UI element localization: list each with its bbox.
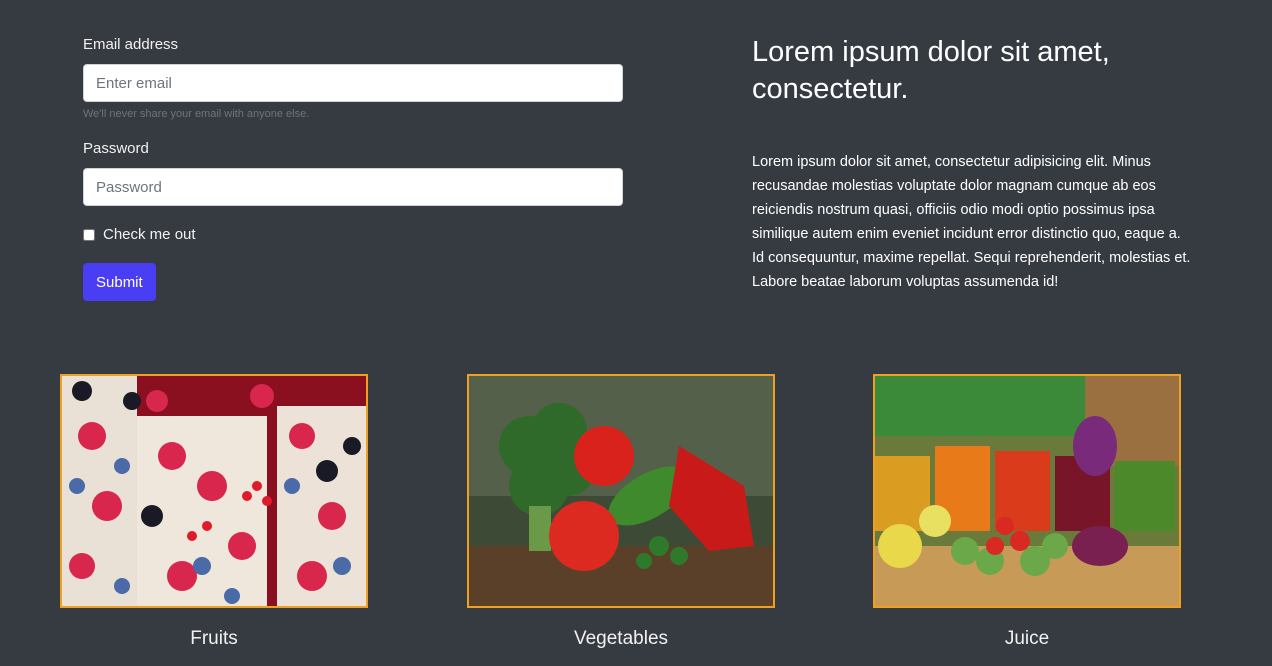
- juice-image[interactable]: [873, 374, 1181, 608]
- signup-form: Email address We'll never share your ema…: [83, 36, 623, 301]
- password-field[interactable]: [83, 168, 623, 206]
- password-label: Password: [83, 140, 149, 157]
- check-me-out-label: Check me out: [103, 226, 196, 243]
- vegetables-image[interactable]: [467, 374, 775, 608]
- email-field[interactable]: [83, 64, 623, 102]
- email-help-text: We'll never share your email with anyone…: [83, 108, 310, 120]
- card-vegetables: Vegetables: [467, 374, 775, 650]
- card-juice: Juice: [873, 374, 1181, 650]
- berries-image[interactable]: [60, 374, 368, 608]
- check-me-out-checkbox[interactable]: [83, 228, 95, 241]
- card-caption-fruits: Fruits: [190, 628, 238, 649]
- submit-button[interactable]: Submit: [83, 263, 156, 301]
- intro-paragraph: Lorem ipsum dolor sit amet, consectetur …: [752, 154, 1191, 290]
- card-caption-vegetables: Vegetables: [573, 628, 669, 649]
- email-label: Email address: [83, 36, 179, 53]
- card-caption-juice: Juice: [1004, 628, 1050, 649]
- check-me-out-row: Check me out: [83, 226, 623, 243]
- intro-heading: Lorem ipsum dolor sit amet, consectetur.: [752, 36, 1110, 105]
- card-fruits: Fruits: [60, 374, 368, 650]
- intro-section: Lorem ipsum dolor sit amet, consectetur.…: [752, 34, 1192, 294]
